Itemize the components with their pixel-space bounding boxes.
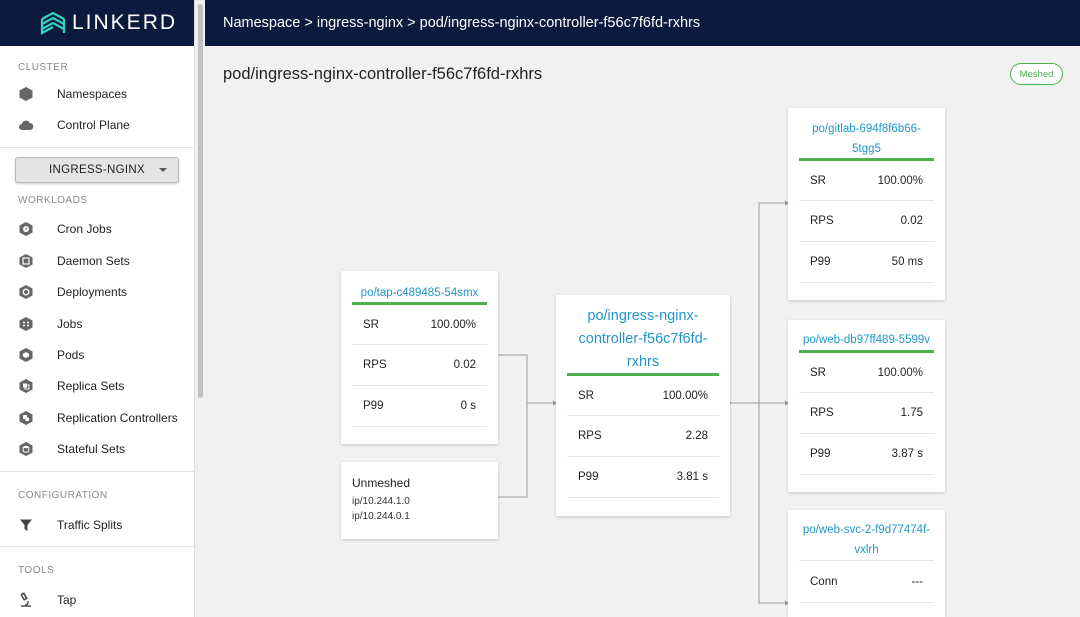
metric-row-sr: SR 100.00% xyxy=(799,161,934,201)
node-title-line: rxhrs xyxy=(626,354,660,370)
metric-label: Conn xyxy=(810,575,838,588)
metric-row-conn: Conn --- xyxy=(799,560,934,603)
node-title-line: po/ingress-nginx- xyxy=(587,308,699,324)
metric-value: 50 ms xyxy=(891,256,923,268)
metric-label: SR xyxy=(810,174,826,187)
metric-value: 0 s xyxy=(460,400,476,412)
metric-row-sr: SR 100.00% xyxy=(352,305,487,345)
metric-label: RPS xyxy=(810,215,834,227)
node-title-link[interactable]: po/web-db97ff489-5599v xyxy=(788,320,945,350)
metric-label: SR xyxy=(363,318,379,331)
metric-value: 100.00% xyxy=(662,389,708,402)
metric-row-rps: RPS 0.02 xyxy=(352,345,487,386)
metric-label: P99 xyxy=(810,256,831,268)
node-title-line: vxlrh xyxy=(854,544,879,556)
outbound-node-card: po/gitlab-694f8f6b66- 5tgg5 SR 100.00% R… xyxy=(788,108,945,300)
metric-row-rps: RPS 2.28 xyxy=(567,416,719,457)
metric-label: RPS xyxy=(363,359,387,371)
metric-row-rps: RPS 0.02 xyxy=(799,201,934,242)
metric-row-sr: SR 100.00% xyxy=(567,376,719,416)
metric-label: RPS xyxy=(810,407,834,419)
metric-label: P99 xyxy=(810,448,831,460)
node-title-link[interactable]: po/gitlab-694f8f6b66- 5tgg5 xyxy=(788,108,945,158)
metric-row-p99: P99 3.81 s xyxy=(567,457,719,498)
node-title-link[interactable]: po/ingress-nginx- controller-f56c7f6fd- … xyxy=(556,295,730,373)
metric-value: 100.00% xyxy=(877,366,923,379)
metric-value: 100.00% xyxy=(877,174,923,187)
metric-value: 3.87 s xyxy=(891,448,923,460)
metric-value: 100.00% xyxy=(430,318,476,331)
node-title-line: po/gitlab-694f8f6b66- xyxy=(812,123,921,135)
metric-value: 3.81 s xyxy=(676,471,708,483)
metric-row-p99: P99 3.87 s xyxy=(799,434,934,475)
metric-value: 0.02 xyxy=(453,359,476,371)
node-title-line: po/web-db97ff489-5599v xyxy=(802,334,931,346)
unmeshed-title: Unmeshed xyxy=(352,476,411,490)
metric-label: SR xyxy=(810,366,826,379)
unmeshed-node-card: Unmeshed ip/10.244.1.0 ip/10.244.0.1 xyxy=(341,462,498,539)
metric-label: P99 xyxy=(578,471,599,483)
metric-label: SR xyxy=(578,389,594,402)
metric-value: 1.75 xyxy=(900,407,923,419)
metric-row-p99: P99 50 ms xyxy=(799,242,934,283)
metric-row-sr: SR 100.00% xyxy=(799,353,934,393)
metric-value: --- xyxy=(911,575,924,588)
edge-center-to-web-svc xyxy=(758,403,788,604)
node-title-link[interactable]: po/web-svc-2-f9d77474f- vxlrh xyxy=(788,510,945,560)
unmeshed-ip: ip/10.244.1.0 xyxy=(352,496,410,507)
edge-tap-to-center xyxy=(498,354,556,404)
center-node-card: po/ingress-nginx- controller-f56c7f6fd- … xyxy=(556,295,730,516)
metric-value: 2.28 xyxy=(685,430,708,442)
edge-unmeshed-to-center xyxy=(498,403,528,498)
metric-row-rps: RPS 1.75 xyxy=(799,393,934,434)
node-title-line: 5tgg5 xyxy=(852,143,881,155)
unmeshed-ip: ip/10.244.0.1 xyxy=(352,511,410,522)
node-title-line: controller-f56c7f6fd- xyxy=(578,331,708,347)
metric-label: P99 xyxy=(363,400,384,412)
inbound-node-card: po/tap-c489485-54smx SR 100.00% RPS 0.02… xyxy=(341,271,498,444)
outbound-node-card: po/web-svc-2-f9d77474f- vxlrh Conn --- xyxy=(788,510,945,617)
node-title-link[interactable]: po/tap-c489485-54smx xyxy=(341,271,498,302)
metric-value: 0.02 xyxy=(900,215,923,227)
edge-center-to-gitlab xyxy=(731,202,788,404)
outbound-node-card: po/web-db97ff489-5599v SR 100.00% RPS 1.… xyxy=(788,320,945,492)
metric-row-p99: P99 0 s xyxy=(352,386,487,427)
node-title-line: po/web-svc-2-f9d77474f- xyxy=(802,524,931,536)
metric-label: RPS xyxy=(578,430,602,442)
